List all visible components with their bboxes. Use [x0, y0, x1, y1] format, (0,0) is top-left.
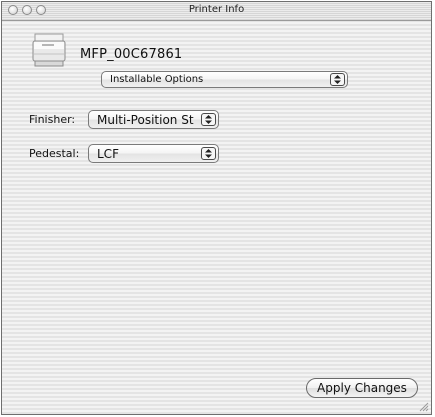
- up-down-arrows-icon: [201, 147, 216, 160]
- pedestal-popup-value: LCF: [97, 147, 119, 161]
- finisher-popup-value: Multi-Position St: [97, 113, 194, 127]
- up-down-arrows-icon: [201, 113, 216, 126]
- resize-grip-icon[interactable]: [418, 401, 429, 412]
- pedestal-label: Pedestal:: [29, 147, 80, 160]
- up-down-arrows-icon: [330, 73, 345, 86]
- pedestal-popup[interactable]: LCF: [88, 144, 219, 163]
- finisher-popup[interactable]: Multi-Position St: [88, 110, 219, 129]
- apply-changes-button[interactable]: Apply Changes: [306, 378, 418, 398]
- printer-name: MFP_00C67861: [80, 47, 183, 62]
- title-bar[interactable]: Printer Info: [2, 2, 431, 21]
- view-options-popup-value: Installable Options: [110, 74, 204, 85]
- window-title: Printer Info: [188, 4, 245, 15]
- view-options-popup[interactable]: Installable Options: [101, 71, 348, 88]
- printer-info-window: Printer Info MFP_00C67861 Installable Op…: [1, 1, 432, 415]
- printer-icon: [32, 33, 66, 67]
- finisher-label: Finisher:: [29, 113, 76, 126]
